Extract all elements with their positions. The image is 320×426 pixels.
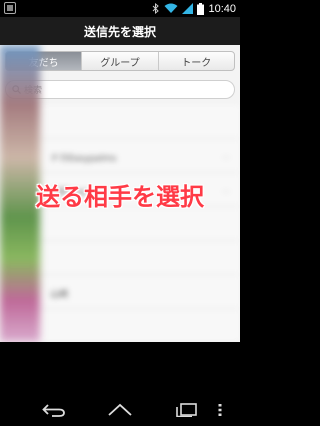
share-target-screen: 友だち グループ トーク 検索 ナカEasypalms ... 大町Keen .… [0,45,240,342]
header-bar: 送信先を選択 [0,17,240,45]
home-icon [108,403,132,416]
back-icon [42,404,65,417]
signal-icon [182,3,194,14]
status-icons: 10:40 [152,1,236,16]
menu-button[interactable] [208,400,232,420]
list-item-meta: ... [222,151,230,160]
empty-area [0,342,240,394]
tab-groups[interactable]: グループ [82,52,159,70]
battery-icon [197,2,205,15]
wifi-icon [164,3,178,13]
list-item-name: 山崎 [50,290,69,300]
home-button[interactable] [106,400,134,420]
menu-icon [218,404,222,416]
bluetooth-icon [153,3,160,14]
list-item-name: ナカEasypalms [50,154,117,164]
navigation-bar [0,394,240,426]
status-bar: 10:40 [0,0,240,17]
recent-apps-button[interactable] [172,400,200,420]
status-time: 10:40 [208,2,236,15]
instruction-caption: 送る相手を選択 [36,183,204,211]
back-button[interactable] [40,400,68,420]
notification-icon [4,2,16,14]
recent-apps-icon [176,403,197,417]
tab-chats[interactable]: トーク [159,52,234,70]
page-title: 送信先を選択 [83,24,156,39]
